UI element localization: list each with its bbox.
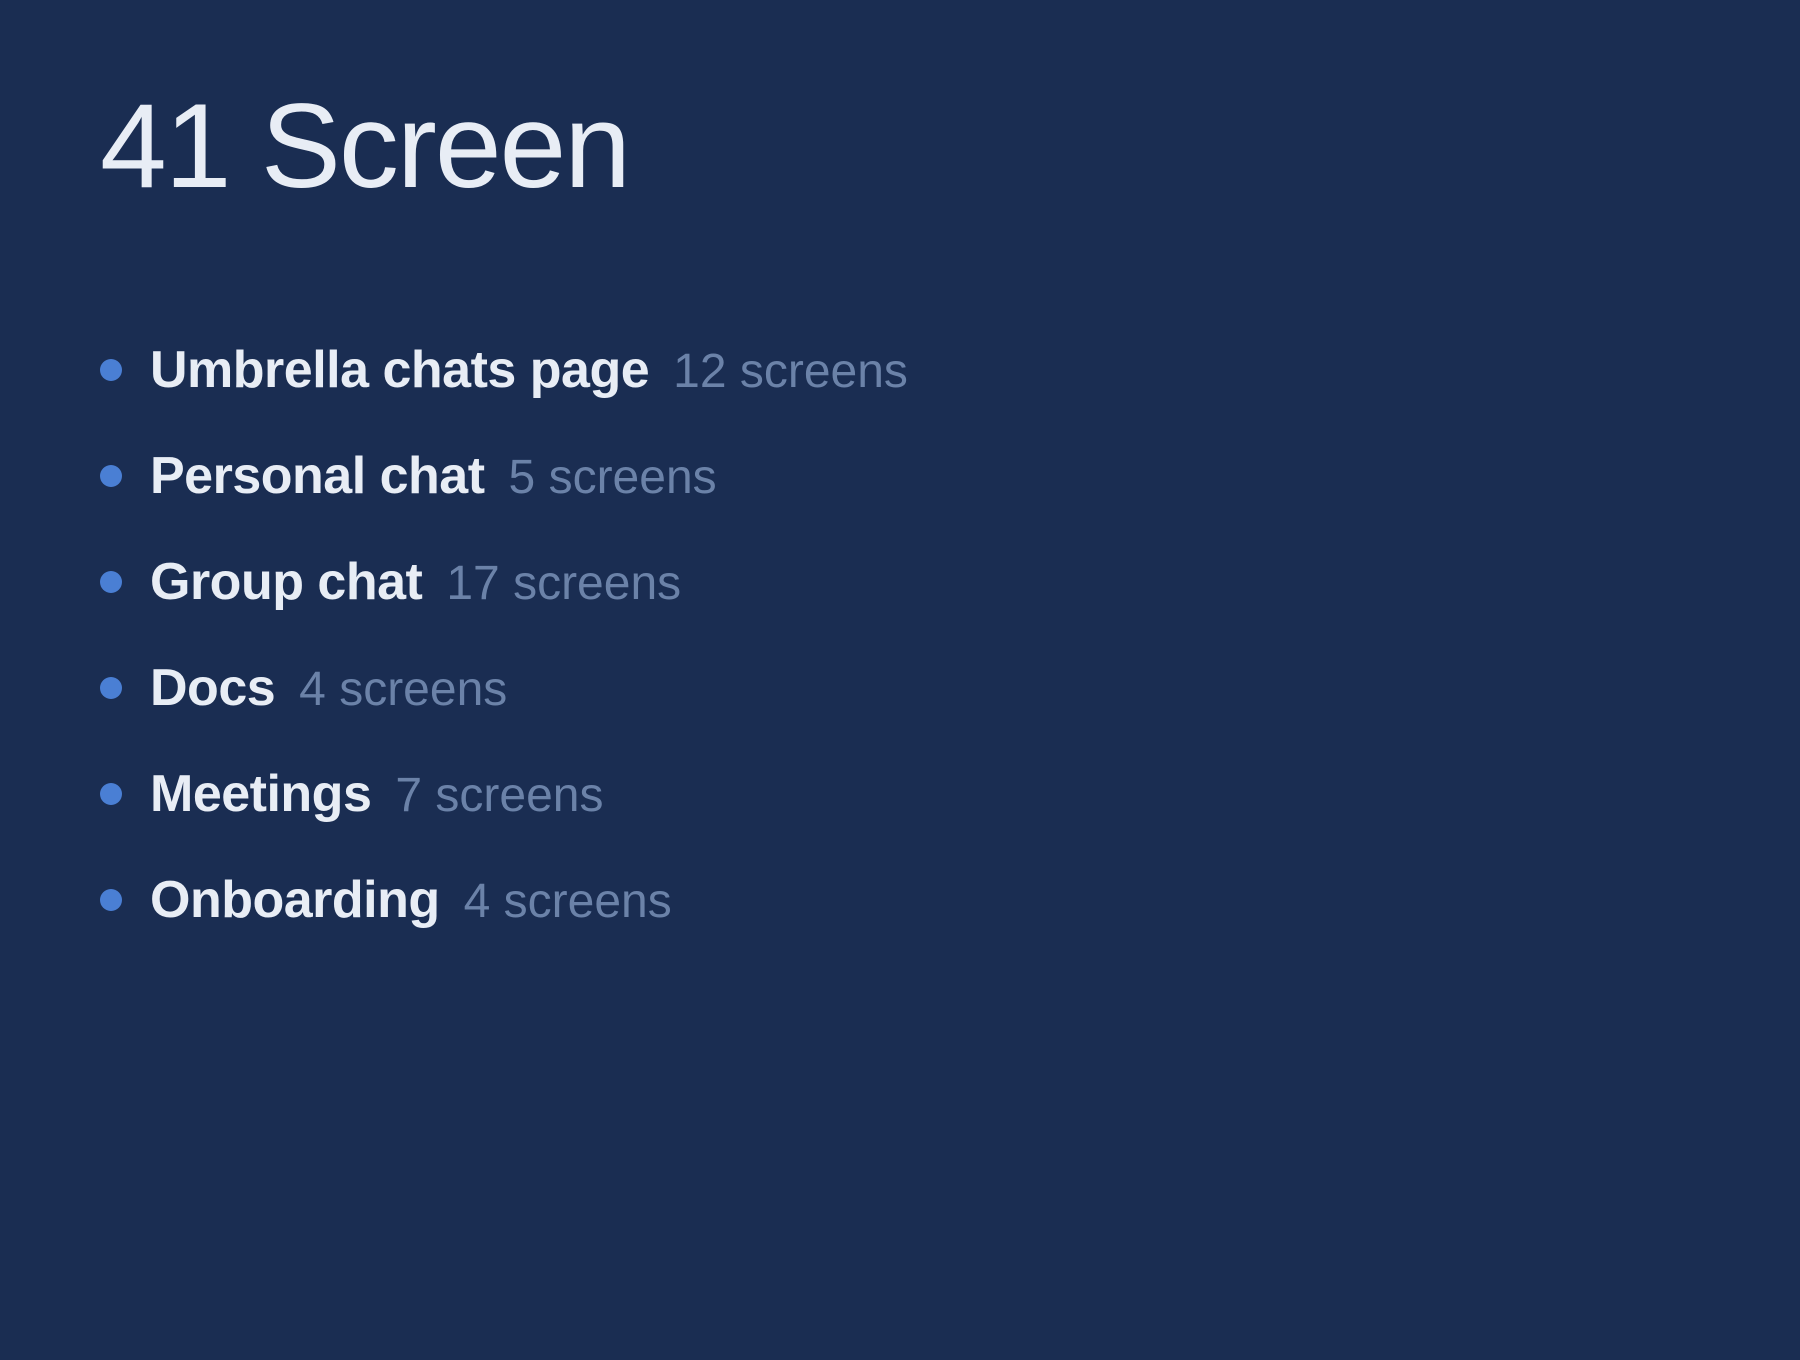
list-item-personal-chat: Personal chat 5 screens (100, 428, 1700, 524)
list-item-docs: Docs 4 screens (100, 640, 1700, 736)
bullet-icon-docs (100, 677, 122, 699)
item-content-onboarding: Onboarding 4 screens (150, 870, 672, 930)
item-content-docs: Docs 4 screens (150, 658, 507, 718)
item-count-onboarding: 4 screens (464, 874, 672, 929)
list-item-group-chat: Group chat 17 screens (100, 534, 1700, 630)
page-title: 41 Screen (100, 80, 1700, 212)
bullet-icon-onboarding (100, 889, 122, 911)
page-container: 41 Screen Umbrella chats page 12 screens… (0, 0, 1800, 1360)
item-content-umbrella-chats: Umbrella chats page 12 screens (150, 340, 908, 400)
item-count-docs: 4 screens (299, 662, 507, 717)
item-content-group-chat: Group chat 17 screens (150, 552, 681, 612)
item-content-personal-chat: Personal chat 5 screens (150, 446, 717, 506)
bullet-icon-meetings (100, 783, 122, 805)
item-label-onboarding: Onboarding (150, 870, 440, 930)
list-item-onboarding: Onboarding 4 screens (100, 852, 1700, 948)
list-item-meetings: Meetings 7 screens (100, 746, 1700, 842)
bullet-icon-group-chat (100, 571, 122, 593)
item-label-docs: Docs (150, 658, 275, 718)
item-count-personal-chat: 5 screens (509, 450, 717, 505)
items-list: Umbrella chats page 12 screens Personal … (100, 322, 1700, 948)
item-content-meetings: Meetings 7 screens (150, 764, 603, 824)
item-label-group-chat: Group chat (150, 552, 422, 612)
item-label-umbrella-chats: Umbrella chats page (150, 340, 649, 400)
bullet-icon-personal-chat (100, 465, 122, 487)
item-label-meetings: Meetings (150, 764, 371, 824)
item-count-meetings: 7 screens (395, 768, 603, 823)
item-count-group-chat: 17 screens (446, 556, 681, 611)
bullet-icon-umbrella-chats (100, 359, 122, 381)
item-count-umbrella-chats: 12 screens (673, 344, 908, 399)
list-item-umbrella-chats: Umbrella chats page 12 screens (100, 322, 1700, 418)
item-label-personal-chat: Personal chat (150, 446, 485, 506)
